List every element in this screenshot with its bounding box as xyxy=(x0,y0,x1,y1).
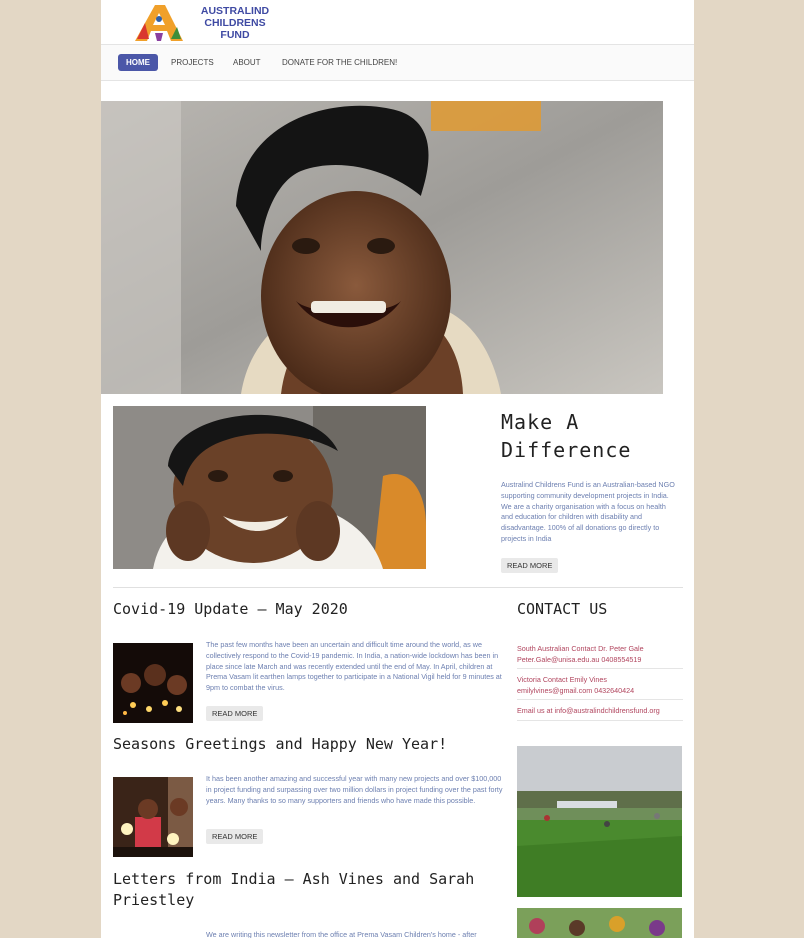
post-title-letters[interactable]: Letters from India – Ash Vines and Sarah… xyxy=(113,869,493,911)
contact-sa-details[interactable]: Peter.Gale@unisa.edu.au 0408554519 xyxy=(517,655,683,666)
nav-item-about[interactable]: ABOUT xyxy=(225,54,269,71)
sparklers-image xyxy=(113,777,193,857)
contact-vic: Victoria Contact Emily Vines emilylvines… xyxy=(517,675,683,701)
section-divider xyxy=(113,587,683,588)
contact-email[interactable]: Email us at info@australindchildrensfund… xyxy=(517,706,683,721)
logo-line-1: AUSTRALIND xyxy=(200,5,270,17)
intro-read-more-button[interactable]: READ MORE xyxy=(501,558,559,573)
post-text-covid: The past few months have been an uncerta… xyxy=(206,640,502,693)
logo-a-icon xyxy=(135,5,183,41)
field-photo xyxy=(517,746,682,897)
post-thumbnail-letters[interactable] xyxy=(113,932,193,938)
nav-item-projects[interactable]: PROJECTS xyxy=(163,54,222,71)
child-image xyxy=(113,406,426,569)
nav-item-home[interactable]: HOME xyxy=(118,54,158,71)
logo-line-2: CHILDRENS xyxy=(204,17,266,29)
post-text-seasons: It has been another amazing and successf… xyxy=(206,774,503,805)
logo-text: AUSTRALIND CHILDRENS FUND xyxy=(185,5,285,41)
intro-text: Australind Childrens Fund is an Australi… xyxy=(501,480,675,543)
intro-title: Make A Difference xyxy=(501,408,691,464)
candles-image xyxy=(113,643,193,723)
group-photo xyxy=(517,908,682,938)
contact-sa-name: South Australian Contact Dr. Peter Gale xyxy=(517,644,644,653)
contact-title: CONTACT US xyxy=(517,600,608,618)
nav-item-donate[interactable]: DONATE FOR THE CHILDREN! xyxy=(274,54,405,71)
contact-sa: South Australian Contact Dr. Peter Gale … xyxy=(517,644,683,670)
post-thumbnail-covid[interactable] xyxy=(113,643,193,723)
main-nav: HOME PROJECTS ABOUT DONATE FOR THE CHILD… xyxy=(101,44,694,81)
hero-child-image xyxy=(101,101,663,394)
logo-line-3: FUND xyxy=(220,29,250,41)
contact-vic-details[interactable]: emilylvines@gmail.com 0432640424 xyxy=(517,686,683,697)
site-logo[interactable]: AUSTRALIND CHILDRENS FUND xyxy=(131,3,281,43)
site-header: AUSTRALIND CHILDRENS FUND xyxy=(101,0,694,44)
post-title-seasons[interactable]: Seasons Greetings and Happy New Year! xyxy=(113,734,493,755)
intro-title-line-1: Make A xyxy=(501,410,580,434)
post-read-more-seasons[interactable]: READ MORE xyxy=(206,829,264,844)
post-read-more-covid[interactable]: READ MORE xyxy=(206,706,264,721)
child-photo xyxy=(113,406,426,569)
contact-vic-name: Victoria Contact Emily Vines xyxy=(517,675,608,684)
page-container: AUSTRALIND CHILDRENS FUND HOME PROJECTS … xyxy=(101,0,694,938)
group-image xyxy=(517,908,682,938)
post-thumbnail-seasons[interactable] xyxy=(113,777,193,857)
intro-title-line-2: Difference xyxy=(501,438,632,462)
hero-photo xyxy=(101,101,663,394)
post-text-letters: We are writing this newsletter from the … xyxy=(206,930,477,938)
post-title-covid[interactable]: Covid-19 Update – May 2020 xyxy=(113,599,493,620)
field-image xyxy=(517,746,682,897)
